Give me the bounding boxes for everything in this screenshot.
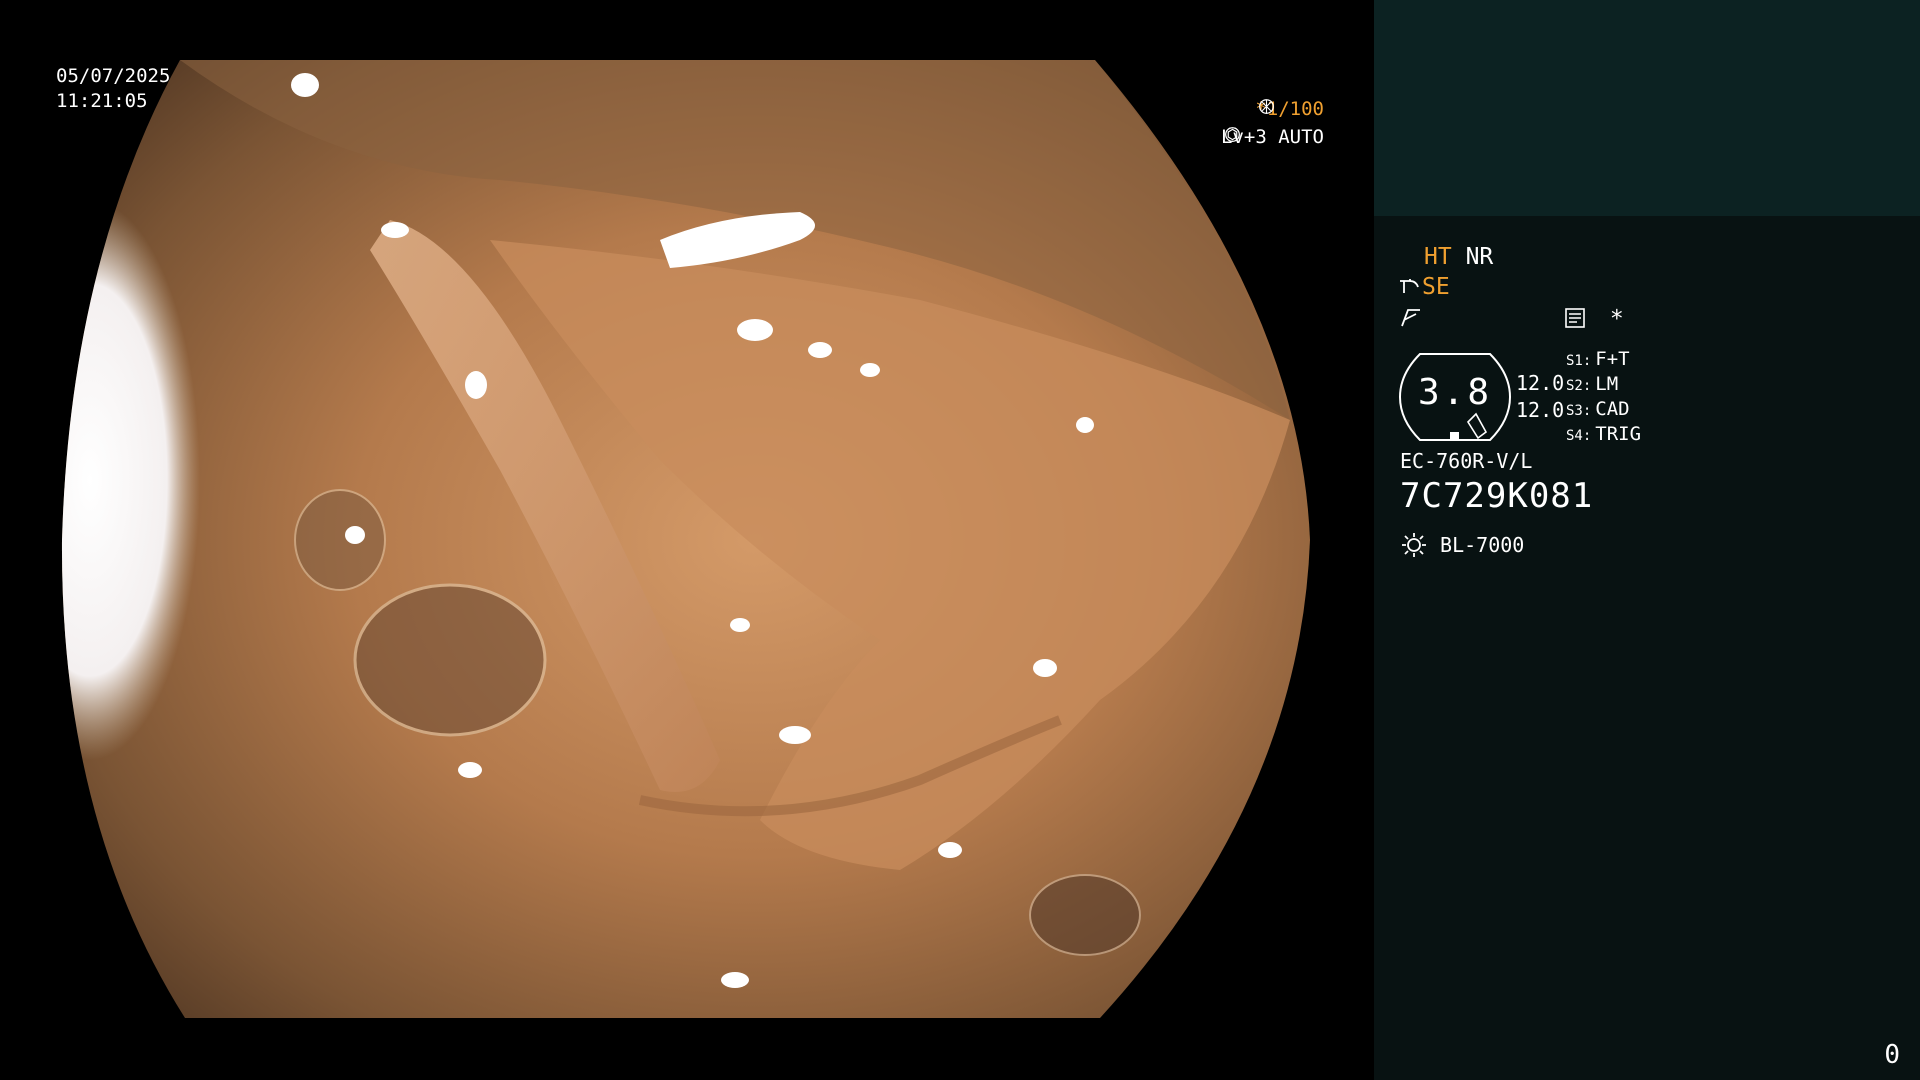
- scope-tool-icon: [1400, 279, 1419, 293]
- memo-icon: [1565, 308, 1585, 328]
- nr-indicator: NR: [1465, 244, 1494, 270]
- switch-s1: S1: F+T: [1566, 348, 1630, 370]
- se-indicator: SE: [1422, 274, 1450, 300]
- memo-row: *: [1564, 306, 1624, 332]
- switch-s4: S4: TRIG: [1566, 423, 1642, 445]
- image-counter: 0: [1884, 1040, 1900, 1070]
- zoom-value: 3.8: [1417, 372, 1493, 413]
- brightness-level-readout: Lv+3 AUTO: [1221, 126, 1324, 148]
- time-label: 11:21:05: [56, 90, 148, 112]
- switch-s3: S3: CAD: [1566, 398, 1630, 420]
- lamp-icon: [1402, 533, 1426, 557]
- enhancement-row: SE: [1398, 274, 1450, 300]
- flash-row: [1400, 306, 1422, 334]
- scope-serial: 7C729K081: [1400, 476, 1594, 516]
- endoscope-image-view: 05/07/2025 11:21:05 *1/100 Lv+3 AUTO: [0, 0, 1373, 1080]
- flash-icon: [1401, 309, 1420, 327]
- image-mode-row: HT NR: [1424, 244, 1493, 270]
- scale-bottom-value: 12.0: [1516, 398, 1565, 422]
- switch-s2: S2: LM: [1566, 373, 1619, 395]
- status-panel: [1374, 216, 1920, 1080]
- memo-asterisk: *: [1609, 306, 1624, 332]
- date-label: 05/07/2025: [56, 65, 171, 87]
- light-source-row: BL-7000: [1400, 531, 1524, 559]
- date-time-overlay: 05/07/2025 11:21:05: [56, 64, 170, 114]
- endoscope-image: [61, 60, 1310, 1018]
- aperture-icon: [1259, 99, 1275, 114]
- light-source-label: BL-7000: [1440, 533, 1525, 557]
- scope-model: EC-760R-V/L: [1400, 449, 1533, 473]
- ht-indicator: HT: [1424, 244, 1452, 270]
- scale-top-value: 12.0: [1516, 371, 1565, 395]
- iris-icon: [1225, 127, 1240, 142]
- shutter-speed-readout: *1/100: [1255, 98, 1324, 120]
- preview-panel: [1374, 0, 1920, 216]
